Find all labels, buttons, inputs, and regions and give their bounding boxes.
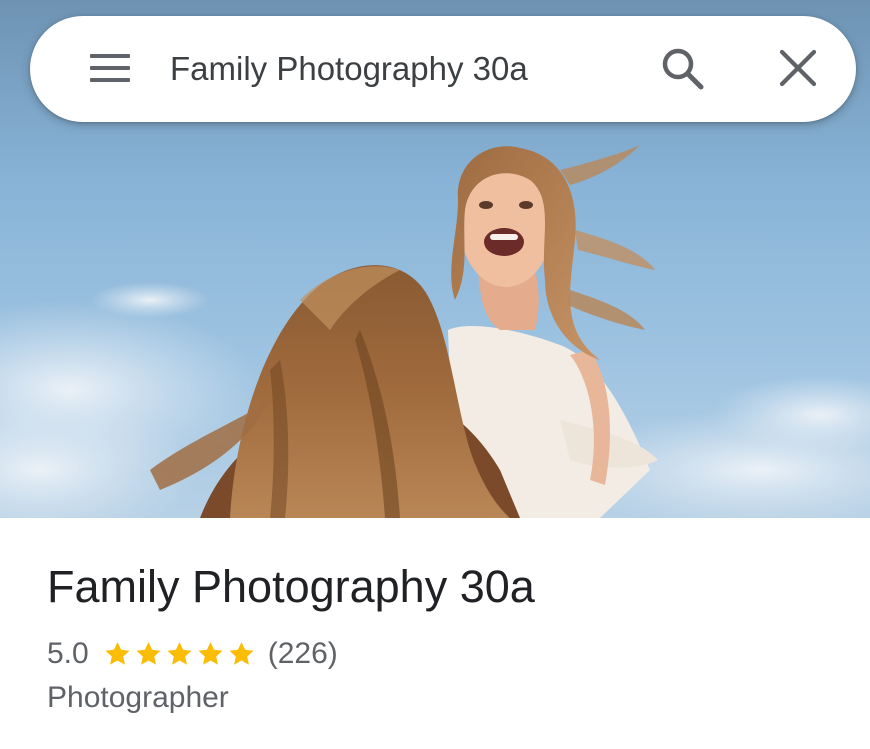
search-icon [662,48,704,90]
star-icon [167,642,192,665]
place-title: Family Photography 30a [47,561,535,612]
search-bar[interactable]: Family Photography 30a [30,16,856,122]
star-icon [198,642,223,665]
rating-row[interactable]: 5.0 (226) [47,634,338,674]
close-icon [779,49,817,87]
review-count[interactable]: (226) [268,637,338,671]
star-icon [229,642,254,665]
clear-search-button[interactable] [778,48,818,88]
place-category: Photographer [47,681,229,714]
hero-photo[interactable]: Family Photography 30a [0,0,870,518]
rating-value: 5.0 [47,637,89,670]
star-icon [105,642,130,665]
star-icon [136,642,161,665]
search-button[interactable] [660,46,706,92]
menu-icon [90,54,130,82]
place-card-screen: Family Photography 30a Family Photograph… [0,0,870,749]
place-info-panel: Family Photography 30a 5.0 (226) Photogr… [0,518,870,749]
star-rating [103,640,256,668]
menu-button[interactable] [90,52,130,84]
search-input[interactable]: Family Photography 30a [170,44,528,94]
